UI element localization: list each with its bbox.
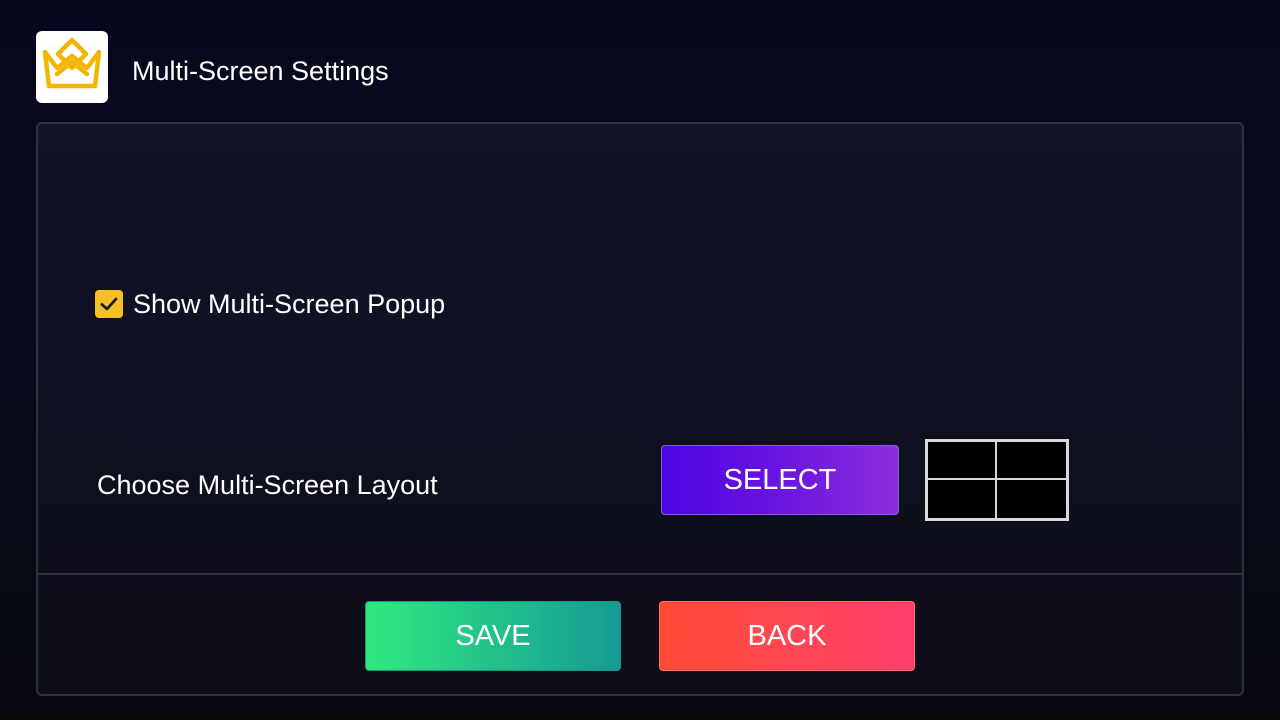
save-button[interactable]: SAVE bbox=[365, 601, 621, 671]
quad-grid-layout-icon bbox=[925, 439, 1069, 521]
show-popup-checkbox[interactable] bbox=[95, 290, 123, 318]
select-layout-button[interactable]: SELECT bbox=[661, 445, 899, 515]
panel-divider bbox=[38, 573, 1242, 575]
layout-cell bbox=[997, 480, 1066, 518]
app-logo bbox=[36, 31, 108, 103]
page-title: Multi-Screen Settings bbox=[132, 56, 389, 86]
show-popup-toggle[interactable]: Show Multi-Screen Popup bbox=[95, 284, 445, 324]
back-button[interactable]: BACK bbox=[659, 601, 915, 671]
settings-panel: Show Multi-Screen Popup Choose Multi-Scr… bbox=[36, 122, 1244, 696]
show-popup-label: Show Multi-Screen Popup bbox=[133, 288, 446, 319]
layout-cell bbox=[928, 442, 997, 480]
layout-cell bbox=[928, 480, 997, 518]
checkmark-icon bbox=[100, 297, 118, 311]
crown-logo-icon bbox=[42, 37, 102, 89]
layout-label: Choose Multi-Screen Layout bbox=[97, 470, 438, 500]
layout-cell bbox=[997, 442, 1066, 480]
